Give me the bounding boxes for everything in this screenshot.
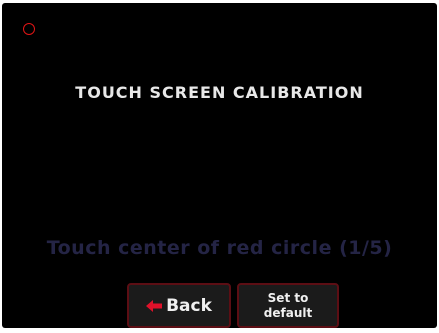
set-to-default-button[interactable]: Set to default xyxy=(237,283,339,328)
instruction-text: Touch center of red circle (1/5) xyxy=(46,237,393,259)
calibration-panel[interactable]: TOUCH SCREEN CALIBRATION Touch center of… xyxy=(2,3,437,328)
set-to-default-label-line2: default xyxy=(263,305,313,320)
page-title: TOUCH SCREEN CALIBRATION xyxy=(75,83,364,102)
arrow-left-icon xyxy=(146,299,163,312)
back-button-label: Back xyxy=(166,295,212,316)
calibration-screen: TOUCH SCREEN CALIBRATION Touch center of… xyxy=(0,0,439,333)
set-to-default-label-line1: Set to xyxy=(267,290,309,305)
back-button[interactable]: Back xyxy=(127,283,231,328)
calibration-target-circle-icon[interactable] xyxy=(23,23,35,35)
